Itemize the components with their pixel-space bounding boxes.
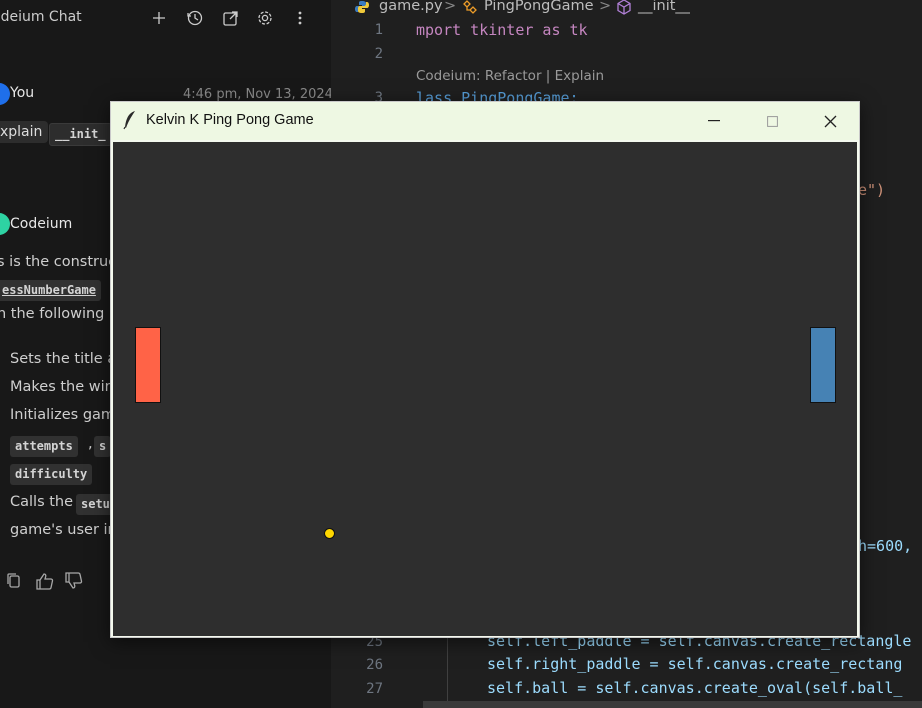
user-name: You xyxy=(10,85,35,101)
code-reference-chip[interactable]: __init_ xyxy=(49,123,112,146)
explain-chip: xplain xyxy=(0,121,49,143)
ball xyxy=(324,528,335,539)
response-line: s is the construc xyxy=(0,254,117,270)
breadcrumb-file[interactable]: game.py xyxy=(379,0,443,14)
tk-feather-icon xyxy=(123,111,135,130)
breadcrumb-separator: > xyxy=(599,0,612,14)
code-line[interactable]: self.ball = self.canvas.create_oval(self… xyxy=(487,679,902,697)
code-text: mport tkinter as tk xyxy=(416,21,588,39)
thumbs-down-icon[interactable] xyxy=(64,572,84,590)
bullet-item: Calls the xyxy=(10,494,74,510)
ping-pong-window: Kelvin K Ping Pong Game xyxy=(110,101,860,638)
separator-text: , xyxy=(88,436,93,452)
window-titlebar[interactable]: Kelvin K Ping Pong Game xyxy=(111,102,859,140)
string-fragment: e") xyxy=(858,181,886,199)
codelens-actions[interactable]: Codeium: Refactor | Explain xyxy=(416,68,604,84)
code-reference-link[interactable]: essNumberGame xyxy=(0,280,101,301)
bullet-item: Makes the wir xyxy=(10,379,111,395)
breadcrumb-method[interactable]: __init__ xyxy=(638,0,690,14)
minimize-icon xyxy=(708,120,720,122)
line-number: 26 xyxy=(366,657,383,673)
keyword-arg-fragment: h=600, xyxy=(858,537,913,555)
assistant-name: Codeium xyxy=(10,216,73,232)
codeium-avatar xyxy=(0,213,10,235)
line-number: 27 xyxy=(366,681,383,697)
inline-code: difficulty xyxy=(10,464,93,485)
gear-icon[interactable] xyxy=(253,6,277,30)
inline-code: attempts xyxy=(10,436,78,457)
close-icon xyxy=(824,115,836,127)
plus-icon[interactable] xyxy=(147,6,171,30)
line-number: 1 xyxy=(374,22,383,38)
maximize-button[interactable] xyxy=(743,102,801,140)
bullet-item: Sets the title a xyxy=(10,351,117,367)
bullet-item: Initializes gam xyxy=(10,407,116,423)
right-paddle xyxy=(810,327,836,403)
window-title: Kelvin K Ping Pong Game xyxy=(146,112,314,128)
copy-icon[interactable] xyxy=(5,572,25,590)
maximize-icon xyxy=(766,115,778,127)
horizontal-scrollbar[interactable] xyxy=(423,701,922,708)
line-number: 2 xyxy=(374,46,383,62)
response-line: n the following xyxy=(0,306,105,322)
breadcrumb-separator: > xyxy=(444,0,457,14)
user-avatar xyxy=(0,83,10,105)
close-button[interactable] xyxy=(801,102,859,140)
code-fragment: e") xyxy=(858,181,885,199)
code-fragment: h=600, xyxy=(858,537,912,555)
bullet-item: game's user ir xyxy=(10,522,114,538)
message-timestamp: 4:46 pm, Nov 13, 2024 xyxy=(183,87,331,102)
more-vertical-icon[interactable] xyxy=(288,6,312,30)
history-icon[interactable] xyxy=(183,6,207,30)
left-paddle xyxy=(135,327,161,403)
game-canvas[interactable] xyxy=(113,142,857,636)
open-external-icon[interactable] xyxy=(218,6,242,30)
code-line[interactable]: self.right_paddle = self.canvas.create_r… xyxy=(487,655,902,673)
breadcrumb: game.py > PingPongGame > __init__ xyxy=(331,0,922,20)
code-line[interactable]: mport tkinter as tk xyxy=(416,21,588,39)
code-text: self.right_paddle = self.canvas.create_r… xyxy=(487,655,903,673)
breadcrumb-class[interactable]: PingPongGame xyxy=(484,0,594,14)
inline-code: s xyxy=(94,436,112,457)
minimize-button[interactable] xyxy=(685,102,743,140)
thumbs-up-icon[interactable] xyxy=(35,572,55,590)
chat-panel-title: odeium Chat xyxy=(0,9,82,25)
code-text: self.ball = self.canvas.create_oval(self… xyxy=(487,679,903,697)
